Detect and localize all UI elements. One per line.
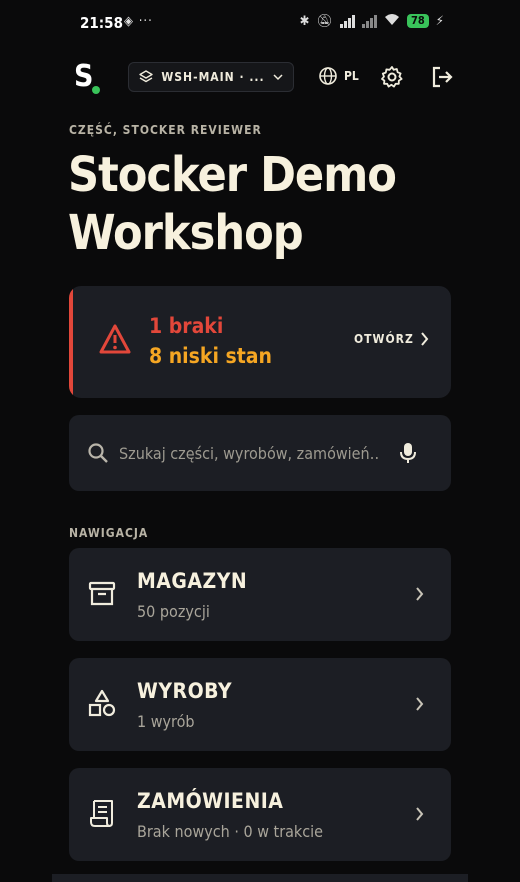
page-title: Stocker Demo Workshop bbox=[68, 147, 397, 261]
nav-card-title: WYROBY bbox=[137, 679, 233, 703]
stock-alert-card[interactable]: 1 braki 8 niski stan OTWÓRZ bbox=[69, 286, 451, 398]
gear-icon[interactable] bbox=[380, 65, 404, 89]
search-input[interactable]: Szukaj części, wyrobów, zamówień… bbox=[119, 444, 379, 463]
alert-accent-bar bbox=[69, 286, 73, 398]
charging-icon: ⚡︎ bbox=[435, 13, 444, 29]
workspace-selector[interactable]: WSH-MAIN · ... bbox=[128, 62, 294, 92]
status-right-icons: ✱ 🔕︎ 78 ⚡︎ bbox=[300, 13, 444, 29]
nav-card-title: ZAMÓWIENIA bbox=[137, 789, 284, 813]
layers-icon bbox=[139, 70, 154, 83]
bluetooth-icon: ✱ bbox=[299, 13, 310, 29]
online-status-dot bbox=[92, 86, 100, 94]
nav-card-orders[interactable]: ZAMÓWIENIA Brak nowych · 0 w trakcie bbox=[69, 768, 451, 861]
nav-card-products[interactable]: WYROBY 1 wyrób bbox=[69, 658, 451, 751]
mute-icon: 🔕︎ bbox=[316, 13, 333, 29]
app-logo[interactable]: S bbox=[74, 60, 93, 94]
shortages-count: 1 braki bbox=[149, 314, 224, 338]
nav-card-title: MAGAZYN bbox=[137, 569, 248, 593]
logout-icon[interactable] bbox=[430, 65, 454, 89]
language-switcher[interactable]: PL bbox=[318, 66, 359, 86]
microphone-icon[interactable] bbox=[398, 441, 418, 465]
search-icon bbox=[88, 443, 108, 463]
status-notification-icons: ◈ ··· bbox=[124, 14, 153, 29]
search-bar[interactable]: Szukaj części, wyrobów, zamówień… bbox=[69, 415, 451, 491]
chevron-right-icon bbox=[421, 332, 429, 346]
archive-box-icon bbox=[88, 581, 116, 606]
low-stock-count: 8 niski stan bbox=[149, 344, 272, 368]
signal-icon bbox=[340, 14, 355, 28]
receipt-icon bbox=[90, 800, 113, 827]
chevron-right-icon bbox=[416, 807, 424, 821]
status-time: 21:58 bbox=[80, 14, 123, 32]
language-code: PL bbox=[344, 69, 359, 83]
nav-card-warehouse[interactable]: MAGAZYN 50 pozycji bbox=[69, 548, 451, 641]
bottom-nav-edge bbox=[52, 874, 468, 882]
chevron-right-icon bbox=[416, 587, 424, 601]
signal-secondary-icon bbox=[362, 14, 377, 28]
shapes-icon bbox=[88, 689, 116, 717]
nav-card-subtitle: Brak nowych · 0 w trakcie bbox=[137, 822, 324, 841]
open-alerts-button[interactable]: OTWÓRZ bbox=[354, 332, 429, 346]
globe-icon bbox=[319, 67, 337, 85]
battery-level: 78 bbox=[407, 14, 429, 28]
app-header: S WSH-MAIN · ... PL bbox=[0, 56, 520, 100]
breadcrumb: CZĘŚĆ, STOCKER REVIEWER bbox=[69, 123, 262, 137]
status-bar: 21:58 ◈ ··· ✱ 🔕︎ 78 ⚡︎ bbox=[0, 0, 520, 44]
nav-card-subtitle: 50 pozycji bbox=[137, 602, 210, 621]
navigation-section-label: NAWIGACJA bbox=[69, 526, 149, 540]
nav-card-subtitle: 1 wyrób bbox=[137, 712, 195, 731]
workspace-name: WSH-MAIN · ... bbox=[161, 70, 265, 84]
open-alerts-label: OTWÓRZ bbox=[354, 332, 414, 346]
chevron-right-icon bbox=[416, 697, 424, 711]
wifi-icon bbox=[384, 13, 400, 29]
chevron-down-icon bbox=[273, 74, 283, 81]
warning-triangle-icon bbox=[99, 324, 131, 354]
